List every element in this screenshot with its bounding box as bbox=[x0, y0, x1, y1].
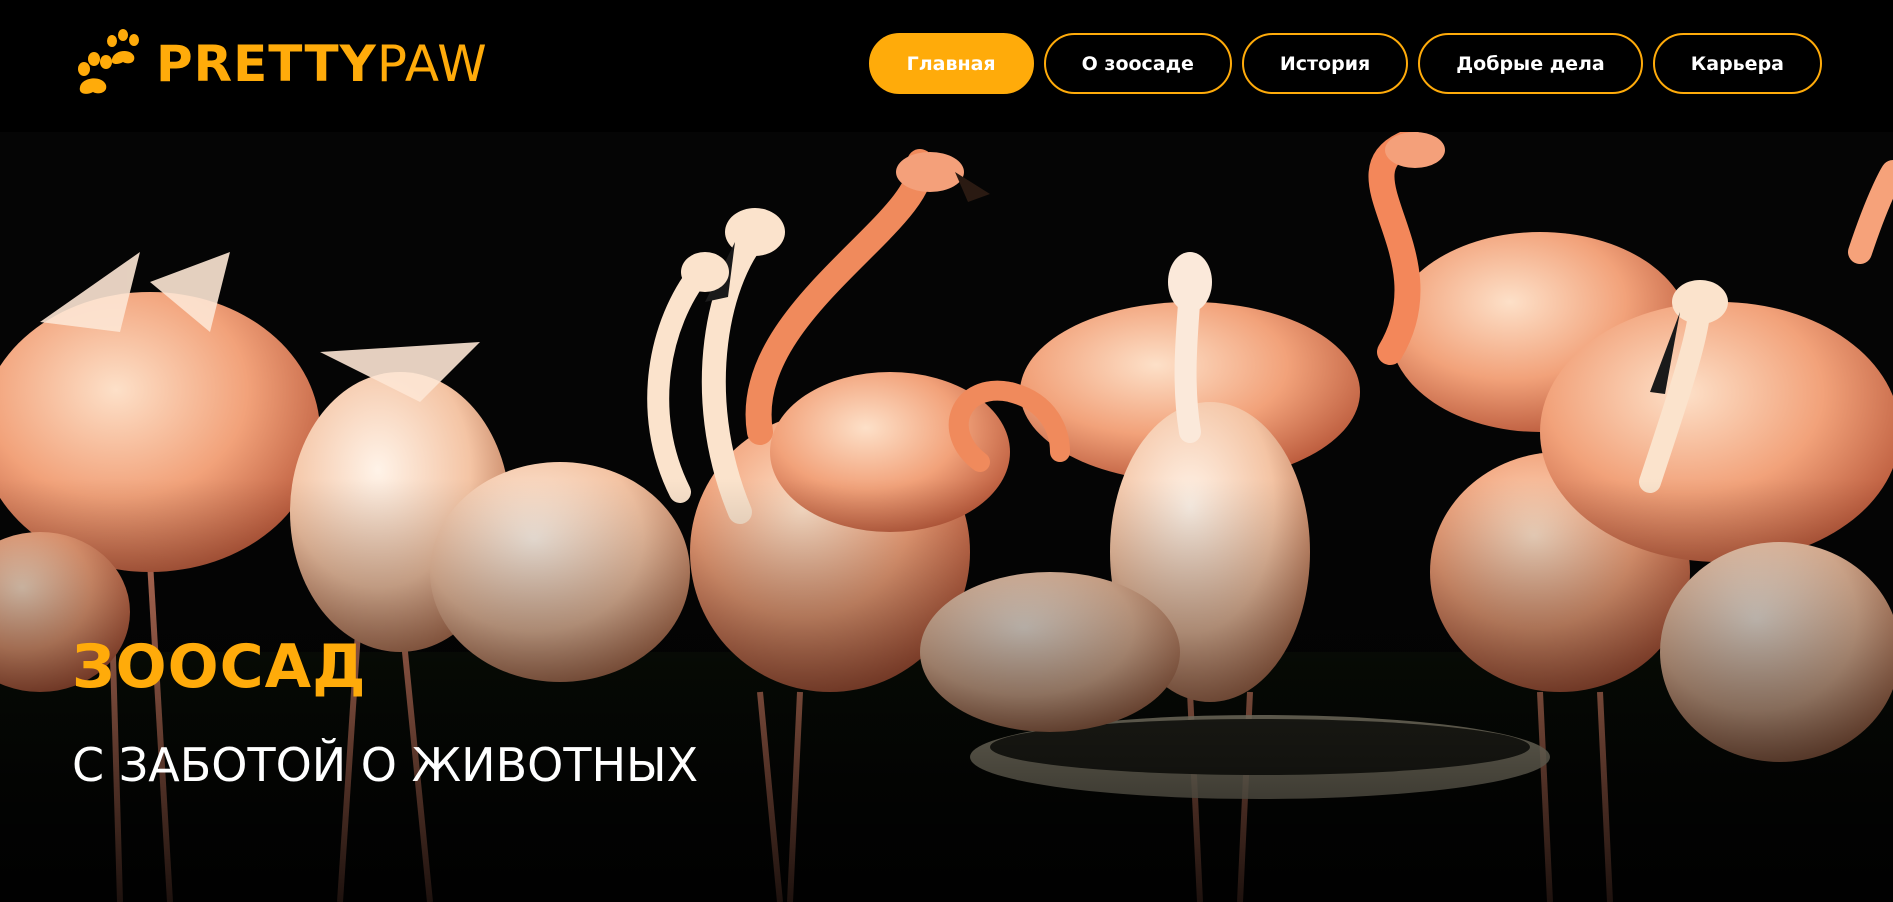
brand-name-light: PAW bbox=[376, 35, 488, 93]
brand-name: PRETTYPAW bbox=[156, 39, 488, 89]
main-nav: Главная О зоосаде История Добрые дела Ка… bbox=[868, 33, 1822, 94]
nav-charity-button[interactable]: Добрые дела bbox=[1418, 33, 1643, 94]
site-header: PRETTYPAW Главная О зоосаде История Добр… bbox=[0, 0, 1893, 132]
hero-subtitle: С ЗАБОТОЙ О ЖИВОТНЫХ bbox=[72, 738, 699, 792]
logo[interactable]: PRETTYPAW bbox=[72, 28, 488, 100]
nav-history-button[interactable]: История bbox=[1241, 33, 1409, 94]
nav-about-button[interactable]: О зоосаде bbox=[1043, 33, 1232, 94]
brand-name-bold: PRETTY bbox=[156, 35, 377, 93]
hero-section: ЗООСАД С ЗАБОТОЙ О ЖИВОТНЫХ bbox=[0, 132, 1893, 902]
hero-title: ЗООСАД bbox=[72, 632, 367, 702]
nav-home-button[interactable]: Главная bbox=[868, 33, 1034, 94]
nav-career-button[interactable]: Карьера bbox=[1652, 33, 1822, 94]
paw-print-icon bbox=[78, 29, 139, 94]
